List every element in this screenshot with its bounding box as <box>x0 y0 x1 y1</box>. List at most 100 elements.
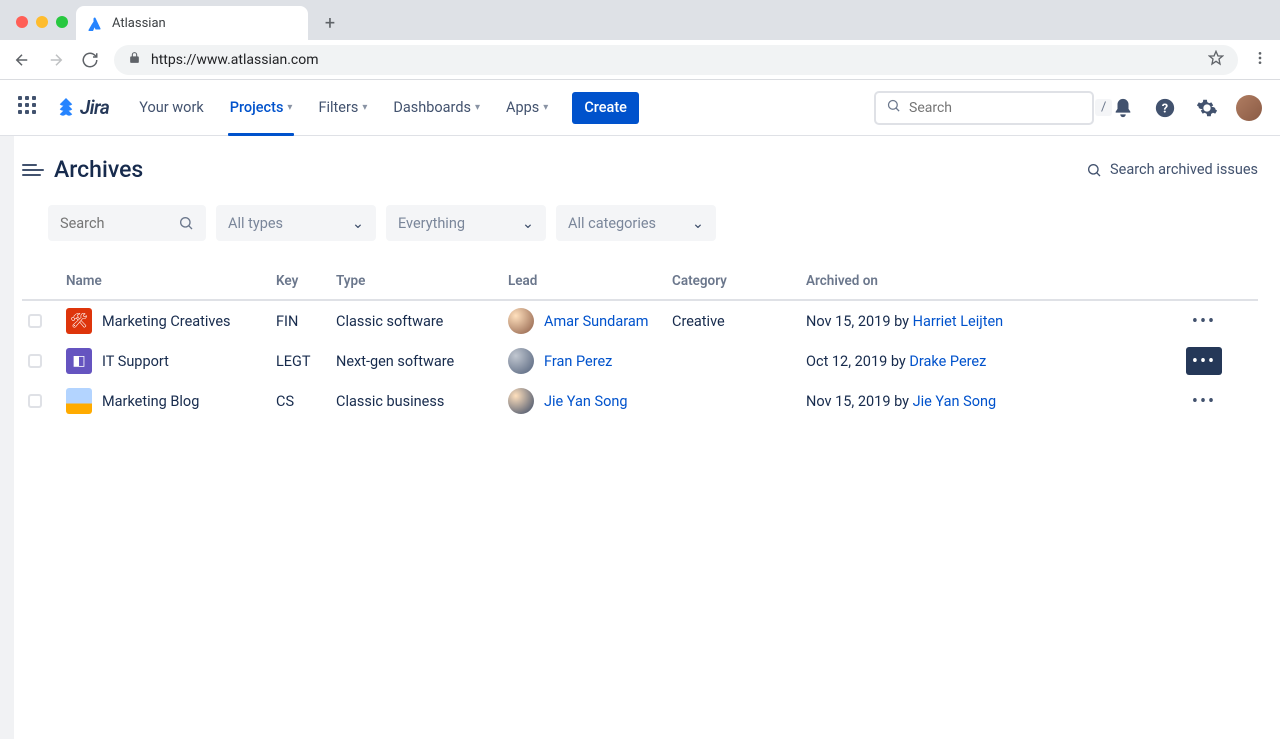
atlassian-favicon-icon <box>88 15 104 31</box>
lead-link[interactable]: Fran Perez <box>544 353 612 370</box>
back-button[interactable] <box>12 50 32 70</box>
address-bar: https://www.atlassian.com <box>0 40 1280 80</box>
window-close-button[interactable] <box>16 16 28 28</box>
project-name[interactable]: Marketing Blog <box>102 393 199 410</box>
col-key[interactable]: Key <box>276 273 336 289</box>
chevron-down-icon: ▾ <box>543 102 548 113</box>
project-category: Creative <box>672 313 806 330</box>
svg-text:?: ? <box>1162 101 1168 116</box>
project-key: CS <box>276 393 336 410</box>
archived-on: Oct 12, 2019 by Drake Perez <box>806 353 1186 370</box>
row-actions-button[interactable]: ••• <box>1186 347 1222 375</box>
chevron-down-icon: ▾ <box>475 102 480 113</box>
filter-bar: All types ⌄ Everything ⌄ All categories … <box>22 205 1258 241</box>
browser-chrome: Atlassian + https://www.atlassian.com <box>0 0 1280 80</box>
table-row: Marketing Blog CS Classic business Jie Y… <box>22 381 1258 421</box>
new-tab-button[interactable]: + <box>316 9 344 37</box>
chevron-down-icon: ▾ <box>287 102 292 113</box>
project-type: Next-gen software <box>336 353 508 370</box>
notifications-icon[interactable] <box>1110 95 1136 121</box>
window-maximize-button[interactable] <box>56 16 68 28</box>
project-name[interactable]: IT Support <box>102 353 169 370</box>
project-type: Classic software <box>336 313 508 330</box>
archived-by-link[interactable]: Harriet Leijten <box>913 313 1004 330</box>
projects-table: Name Key Type Lead Category Archived on … <box>22 263 1258 421</box>
create-button[interactable]: Create <box>572 92 639 124</box>
project-icon: ◧ <box>66 348 92 374</box>
chevron-down-icon: ⌄ <box>664 215 704 232</box>
tab-title: Atlassian <box>112 16 166 31</box>
lock-icon <box>128 51 141 68</box>
global-search-input[interactable] <box>909 100 1087 116</box>
archived-by-link[interactable]: Drake Perez <box>909 353 986 370</box>
global-search[interactable]: / <box>874 91 1094 125</box>
browser-tab[interactable]: Atlassian <box>76 6 308 40</box>
url-bar[interactable]: https://www.atlassian.com <box>114 45 1238 75</box>
lead-avatar <box>508 348 534 374</box>
page-header: Archives Search archived issues <box>22 156 1258 183</box>
chevron-down-icon: ⌄ <box>494 215 534 232</box>
table-row: 🛠 Marketing Creatives FIN Classic softwa… <box>22 301 1258 341</box>
search-archived-issues-link[interactable]: Search archived issues <box>1086 161 1258 178</box>
col-archived-on[interactable]: Archived on <box>806 273 1186 289</box>
project-name[interactable]: Marketing Creatives <box>102 313 231 330</box>
window-controls <box>12 16 76 40</box>
row-checkbox[interactable] <box>28 314 42 328</box>
col-type[interactable]: Type <box>336 273 508 289</box>
search-icon <box>886 98 901 117</box>
table-row: ◧ IT Support LEGT Next-gen software Fran… <box>22 341 1258 381</box>
nav-apps[interactable]: Apps▾ <box>496 80 558 136</box>
lead-link[interactable]: Amar Sundaram <box>544 313 648 330</box>
jira-top-nav: Jira Your work Projects▾ Filters▾ Dashbo… <box>0 80 1280 136</box>
nav-dashboards[interactable]: Dashboards▾ <box>383 80 490 136</box>
row-checkbox[interactable] <box>28 394 42 408</box>
reload-button[interactable] <box>80 50 100 70</box>
profile-avatar[interactable] <box>1236 95 1262 121</box>
nav-filters[interactable]: Filters▾ <box>308 80 377 136</box>
nav-your-work[interactable]: Your work <box>129 80 213 136</box>
search-icon <box>1086 162 1102 178</box>
lead-avatar <box>508 388 534 414</box>
col-category[interactable]: Category <box>672 273 806 289</box>
nav-projects[interactable]: Projects▾ <box>220 80 303 136</box>
everything-filter[interactable]: Everything ⌄ <box>386 205 546 241</box>
col-name[interactable]: Name <box>66 273 276 289</box>
col-lead[interactable]: Lead <box>508 273 672 289</box>
jira-wordmark: Jira <box>80 96 109 119</box>
project-search-input[interactable] <box>60 215 170 232</box>
type-filter[interactable]: All types ⌄ <box>216 205 376 241</box>
search-icon <box>178 215 194 231</box>
jira-logo[interactable]: Jira <box>56 96 109 119</box>
sidebar-toggle-icon[interactable] <box>22 159 44 181</box>
window-minimize-button[interactable] <box>36 16 48 28</box>
settings-icon[interactable] <box>1194 95 1220 121</box>
help-icon[interactable]: ? <box>1152 95 1178 121</box>
page-title: Archives <box>54 156 143 183</box>
category-filter[interactable]: All categories ⌄ <box>556 205 716 241</box>
chevron-down-icon: ▾ <box>362 102 367 113</box>
jira-mark-icon <box>56 98 76 118</box>
bookmark-star-icon[interactable] <box>1208 50 1224 70</box>
table-header: Name Key Type Lead Category Archived on <box>22 263 1258 301</box>
project-search-filter[interactable] <box>48 205 206 241</box>
project-type: Classic business <box>336 393 508 410</box>
project-icon <box>66 388 92 414</box>
url-text: https://www.atlassian.com <box>151 52 318 68</box>
browser-menu-button[interactable] <box>1252 50 1268 70</box>
archived-on: Nov 15, 2019 by Jie Yan Song <box>806 393 1186 410</box>
project-key: FIN <box>276 313 336 330</box>
forward-button[interactable] <box>46 50 66 70</box>
project-icon: 🛠 <box>66 308 92 334</box>
tab-bar: Atlassian + <box>0 0 1280 40</box>
project-key: LEGT <box>276 353 336 370</box>
archived-on: Nov 15, 2019 by Harriet Leijten <box>806 313 1186 330</box>
row-actions-button[interactable]: ••• <box>1186 307 1222 335</box>
row-checkbox[interactable] <box>28 354 42 368</box>
chevron-down-icon: ⌄ <box>324 215 364 232</box>
page-content: Archives Search archived issues All type… <box>14 136 1280 739</box>
archived-by-link[interactable]: Jie Yan Song <box>913 393 997 410</box>
lead-avatar <box>508 308 534 334</box>
lead-link[interactable]: Jie Yan Song <box>544 393 628 410</box>
row-actions-button[interactable]: ••• <box>1186 387 1222 415</box>
app-switcher-icon[interactable] <box>18 96 42 120</box>
